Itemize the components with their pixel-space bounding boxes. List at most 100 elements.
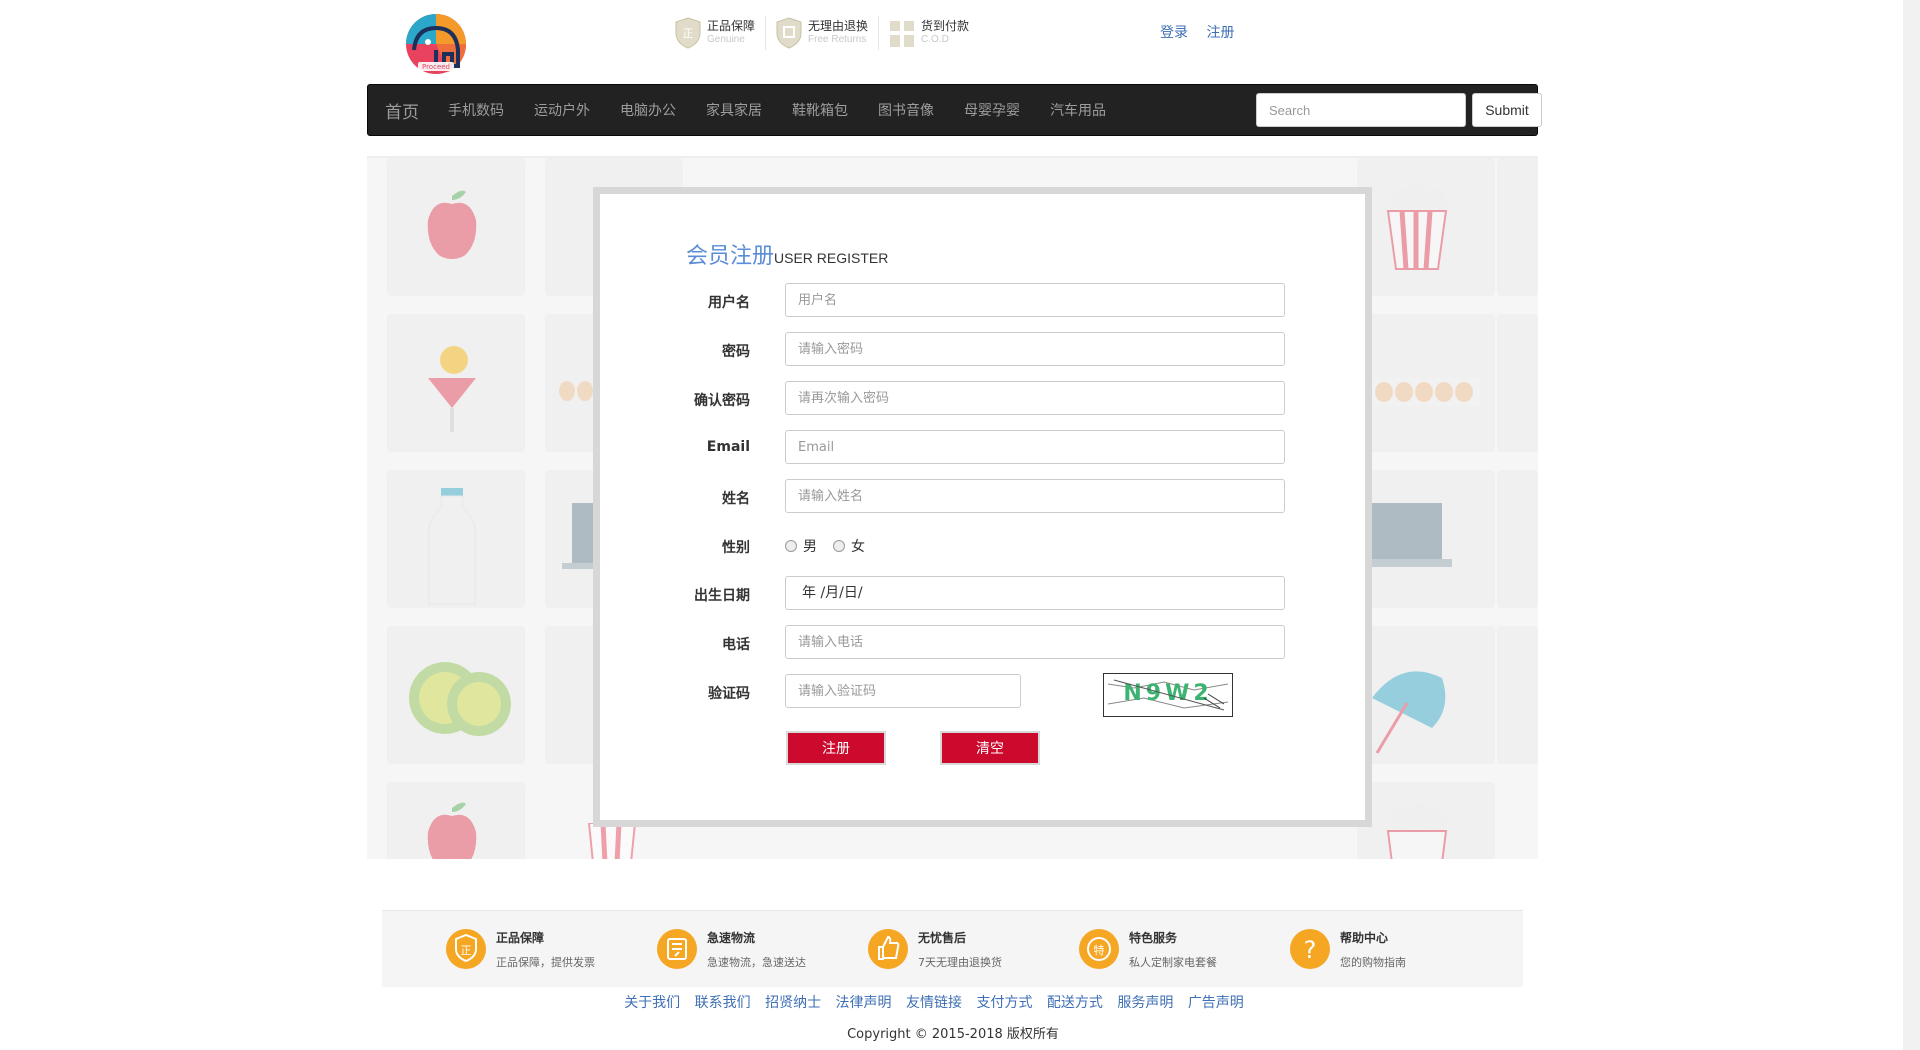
thumbs-up-icon — [868, 929, 908, 969]
gender-male-radio[interactable] — [785, 540, 797, 552]
popcorn-decoration-bottom — [1386, 803, 1448, 859]
cocktail-decoration — [428, 346, 476, 432]
service-item-logistics: 急速物流 急速物流，急速送达 — [657, 925, 806, 973]
clear-button[interactable]: 清空 — [940, 731, 1040, 765]
main-navbar: 首页 手机数码 运动户外 电脑办公 家具家居 鞋靴箱包 图书音像 母婴孕婴 汽车… — [367, 84, 1542, 136]
gift-box-icon — [890, 21, 915, 47]
promise-main: 正品保障 — [707, 19, 756, 33]
service-desc: 7天无理由退换货 — [918, 955, 1002, 969]
service-title: 帮助中心 — [1340, 930, 1389, 945]
svg-text:特: 特 — [1094, 943, 1105, 957]
apple-decoration-bottom — [427, 802, 477, 859]
email-label: Email — [706, 439, 750, 455]
copyright: Copyright © 2015-2018 版权所有 — [847, 1027, 1059, 1042]
form-title: 会员注册USER REGISTER — [686, 238, 888, 270]
apple-decoration — [427, 190, 477, 259]
name-input[interactable] — [785, 479, 1285, 513]
special-icon: 特 — [1079, 929, 1119, 969]
captcha-label: 验证码 — [708, 686, 750, 702]
eggs-row-decoration — [1370, 378, 1480, 406]
shield-icon: 正 — [675, 17, 701, 49]
nav-item-furniture[interactable]: 家具家居 — [691, 100, 777, 120]
popcorn-decoration — [1386, 183, 1448, 270]
service-title: 特色服务 — [1129, 930, 1178, 945]
gender-radio-group: 男 女 — [785, 536, 881, 556]
service-item-special: 特 特色服务私人定制家电套餐 — [1079, 925, 1217, 973]
help-icon: ? — [1290, 929, 1330, 969]
auth-links: 登录 注册 — [1160, 22, 1248, 42]
return-shield-icon — [776, 17, 802, 49]
email-input[interactable] — [785, 430, 1285, 464]
nav-item-shoes-bags[interactable]: 鞋靴箱包 — [777, 100, 863, 120]
promise-genuine: 正 正品保障 Genuine — [675, 16, 767, 50]
footer-link-contact[interactable]: 联系我们 — [695, 995, 751, 1011]
gender-male-option[interactable]: 男 — [785, 536, 817, 556]
footer-link-delivery[interactable]: 配送方式 — [1047, 995, 1103, 1011]
service-desc: 私人定制家电套餐 — [1129, 955, 1217, 969]
birthday-date-input[interactable]: 年 /月/日/ — [785, 576, 1285, 610]
promise-main: 货到付款 — [921, 19, 970, 33]
footer-link-friends[interactable]: 友情链接 — [906, 995, 962, 1011]
promise-sub: Free Returns — [808, 34, 867, 45]
service-item-aftersale: 无忧售后 7天无理由退换货 — [868, 925, 1002, 973]
register-panel: 会员注册USER REGISTER 用户名 密码 确认密码 Email 姓名 性… — [593, 187, 1372, 827]
footer-link-about[interactable]: 关于我们 — [624, 995, 680, 1011]
password-input[interactable] — [785, 332, 1285, 366]
service-title: 急速物流 — [707, 930, 756, 945]
footer-link-legal[interactable]: 法律声明 — [836, 995, 892, 1011]
shield-icon: 正 — [446, 929, 486, 969]
footer-link-service[interactable]: 服务声明 — [1117, 995, 1173, 1011]
promise-main: 无理由退换 — [808, 19, 869, 33]
site-logo[interactable]: Proceed — [396, 10, 478, 76]
search-submit-button[interactable]: Submit — [1472, 93, 1542, 127]
search-input[interactable] — [1256, 93, 1466, 127]
promise-sub: Genuine — [707, 34, 745, 45]
gender-label: 性别 — [722, 540, 750, 556]
password-label: 密码 — [722, 344, 750, 360]
promise-returns: 无理由退换 Free Returns — [776, 16, 880, 50]
footer-links: 关于我们 联系我们 招贤纳士 法律声明 友情链接 支付方式 配送方式 服务声明 … — [0, 992, 1868, 1012]
page-scrollbar[interactable] — [1903, 0, 1920, 1050]
form-title-en: USER REGISTER — [774, 250, 889, 266]
service-bar: 正 正品保障 正品保障，提供发票 急速物流 急速物流，急速送达 无忧售后 7天无理由退… — [382, 910, 1523, 987]
gender-female-option[interactable]: 女 — [833, 536, 865, 556]
register-button[interactable]: 注册 — [786, 731, 886, 765]
captcha-text: N9W2 — [1123, 681, 1212, 706]
promise-cod: 货到付款 C.O.D — [889, 16, 979, 50]
service-item-genuine: 正 正品保障 正品保障，提供发票 — [446, 925, 595, 973]
nav-item-books[interactable]: 图书音像 — [863, 100, 949, 120]
nav-item-outdoor[interactable]: 运动户外 — [519, 100, 605, 120]
nav-item-baby[interactable]: 母婴孕婴 — [949, 100, 1035, 120]
login-link[interactable]: 登录 — [1160, 25, 1188, 41]
svg-text:Proceed: Proceed — [422, 63, 450, 71]
promise-strip: 正 正品保障 Genuine 无理由退换 Free Returns 货到付款 C.O.… — [675, 16, 989, 50]
milk-bottle-decoration — [428, 488, 476, 605]
captcha-image[interactable]: N9W2 — [1103, 673, 1233, 717]
gender-female-radio[interactable] — [833, 540, 845, 552]
gender-female-label: 女 — [851, 539, 865, 555]
nav-item-home[interactable]: 首页 — [368, 98, 433, 123]
nav-item-auto[interactable]: 汽车用品 — [1035, 100, 1121, 120]
service-title: 无忧售后 — [918, 930, 967, 945]
username-input[interactable] — [785, 283, 1285, 317]
nav-item-office[interactable]: 电脑办公 — [605, 100, 691, 120]
phone-input[interactable] — [785, 625, 1285, 659]
birthday-label: 出生日期 — [694, 588, 750, 604]
phone-label: 电话 — [722, 637, 750, 653]
eggs-decoration — [559, 381, 593, 401]
form-title-cn: 会员注册 — [686, 244, 775, 269]
umbrella-decoration — [1372, 671, 1446, 754]
kiwi-decoration — [409, 662, 511, 736]
footer-link-payment[interactable]: 支付方式 — [976, 995, 1032, 1011]
footer-link-ads[interactable]: 广告声明 — [1188, 995, 1244, 1011]
svg-text:正: 正 — [461, 944, 472, 957]
footer-link-jobs[interactable]: 招贤纳士 — [765, 995, 821, 1011]
captcha-input[interactable] — [785, 674, 1021, 708]
service-desc: 正品保障，提供发票 — [496, 955, 595, 969]
service-desc: 您的购物指南 — [1340, 955, 1406, 969]
nav-menu: 首页 手机数码 运动户外 电脑办公 家具家居 鞋靴箱包 图书音像 母婴孕婴 汽车… — [368, 85, 1121, 135]
svg-text:?: ? — [1304, 936, 1317, 964]
nav-item-digital[interactable]: 手机数码 — [433, 100, 519, 120]
register-link[interactable]: 注册 — [1206, 25, 1234, 41]
confirm-password-input[interactable] — [785, 381, 1285, 415]
